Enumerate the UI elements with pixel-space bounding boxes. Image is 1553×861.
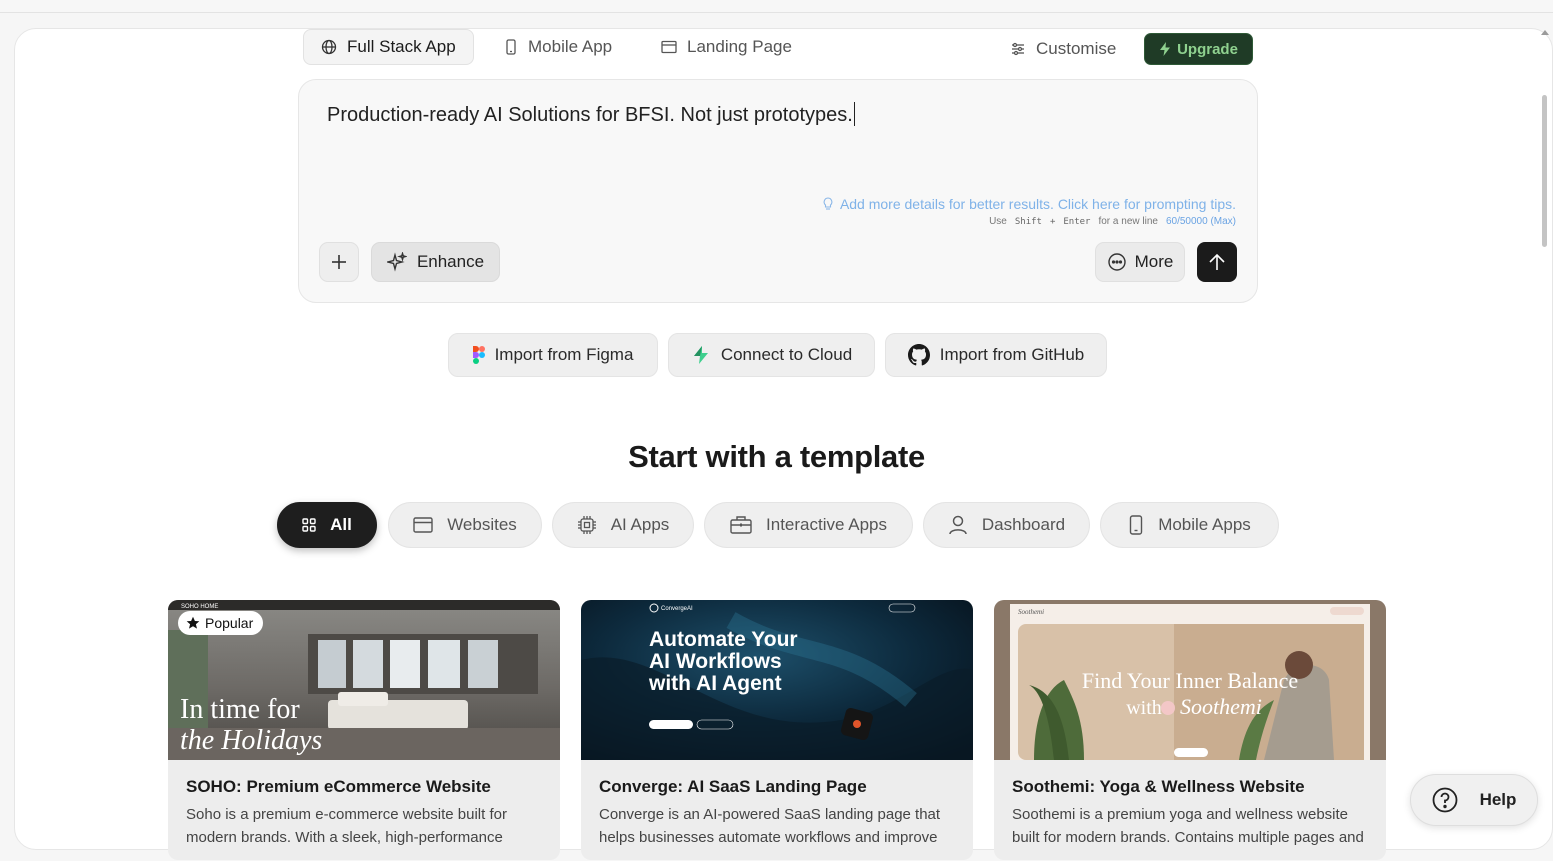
customise-label: Customise — [1036, 39, 1117, 58]
preview-headline-line2: AI Workflows — [649, 650, 782, 673]
card-title: Soothemi: Yoga & Wellness Website — [1012, 777, 1305, 796]
sliders-icon — [1012, 42, 1024, 56]
import-github-label: Import from GitHub — [939, 345, 1085, 364]
lightbulb-icon — [823, 197, 833, 210]
filter-ai-apps[interactable]: AI Apps — [552, 502, 694, 548]
filter-label: Mobile Apps — [1158, 515, 1251, 534]
preview-headline-1: Find Your Inner Balance — [1082, 668, 1298, 693]
preview-brand: Soothemi — [1018, 608, 1044, 616]
browser-window-icon — [413, 517, 433, 533]
help-label: Help — [1479, 790, 1517, 809]
card-preview-image: ConvergeAI Automate Your AI Workflows wi… — [581, 600, 973, 760]
scroll-up-arrow[interactable] — [1541, 30, 1549, 35]
filter-label: All — [330, 515, 352, 534]
popular-badge: Popular — [178, 611, 264, 635]
figma-icon — [472, 346, 485, 364]
preview-brand: ConvergeAI — [661, 606, 693, 612]
more-button[interactable]: More — [1095, 242, 1185, 282]
hint-text: Use — [989, 216, 1007, 227]
send-button[interactable] — [1197, 242, 1237, 282]
templates-heading: Start with a template — [628, 439, 925, 474]
chip-icon — [577, 516, 596, 534]
tab-mobile-app[interactable]: Mobile App — [487, 29, 629, 65]
attach-button[interactable] — [319, 242, 359, 282]
browser-window-icon — [661, 40, 677, 54]
enhance-label: Enhance — [416, 252, 485, 271]
prompting-tips-link[interactable]: Add more details for better results. Cli… — [822, 196, 1236, 212]
help-button[interactable]: Help — [1410, 774, 1538, 826]
lightning-icon — [693, 346, 708, 364]
template-card-soothemi[interactable]: Soothemi Find Your Inner Balance with So… — [994, 600, 1386, 860]
card-title: SOHO: Premium eCommerce Website — [186, 777, 491, 796]
prompt-text: Production-ready AI Solutions for BFSI. … — [327, 104, 853, 126]
import-github-button[interactable]: Import from GitHub — [885, 333, 1107, 377]
newline-hint: Use Shift + Enter for a new line 60/5000… — [989, 216, 1236, 227]
phone-icon — [1129, 515, 1143, 535]
plus-icon — [332, 255, 346, 269]
filter-label: Websites — [447, 515, 517, 534]
template-card-converge[interactable]: ConvergeAI Automate Your AI Workflows wi… — [581, 600, 973, 860]
star-icon — [186, 616, 200, 629]
card-description: Converge is an AI-powered SaaS landing p… — [599, 806, 941, 846]
template-card-soho[interactable]: SOHO HOME In time for the Holidays Popul… — [168, 600, 560, 860]
import-figma-button[interactable]: Import from Figma — [448, 333, 658, 377]
filter-label: Dashboard — [981, 515, 1066, 534]
arrow-up-icon — [1209, 253, 1225, 270]
grid-icon — [302, 518, 316, 532]
text-caret — [853, 102, 855, 126]
scrollbar-thumb[interactable] — [1542, 95, 1547, 247]
tab-label: Landing Page — [687, 37, 792, 56]
prompt-box[interactable]: Production-ready AI Solutions for BFSI. … — [298, 79, 1258, 303]
preview-brand: SOHO HOME — [181, 604, 218, 610]
filter-mobile-apps[interactable]: Mobile Apps — [1100, 502, 1279, 548]
hint-key-enter: Enter — [1063, 216, 1091, 227]
customise-button[interactable]: Customise — [1000, 34, 1126, 64]
connect-cloud-button[interactable]: Connect to Cloud — [668, 333, 875, 377]
tab-label: Full Stack App — [347, 37, 456, 56]
browser-top-bar — [0, 0, 1553, 13]
filter-interactive-apps[interactable]: Interactive Apps — [704, 502, 913, 548]
upgrade-label: Upgrade — [1177, 40, 1238, 58]
tab-label: Mobile App — [528, 37, 613, 56]
more-dots-icon — [1107, 253, 1126, 271]
filter-label: Interactive Apps — [766, 515, 887, 534]
preview-headline-2: with — [1126, 697, 1162, 719]
prompting-tips-text: Add more details for better results. Cli… — [839, 196, 1236, 212]
more-label: More — [1134, 252, 1174, 271]
github-icon — [907, 344, 930, 366]
preview-headline-line1: Automate Your — [649, 628, 798, 651]
card-preview-image: Soothemi Find Your Inner Balance with So… — [994, 600, 1386, 760]
card-description: Soothemi is a premium yoga and wellness … — [1012, 806, 1364, 846]
hint-plus: + — [1049, 216, 1056, 227]
connect-cloud-label: Connect to Cloud — [720, 345, 853, 364]
preview-headline-line3: with AI Agent — [648, 672, 782, 695]
filter-all[interactable]: All — [277, 502, 377, 548]
card-title: Converge: AI SaaS Landing Page — [599, 777, 867, 796]
filter-dashboard[interactable]: Dashboard — [923, 502, 1090, 548]
tab-full-stack-app[interactable]: Full Stack App — [303, 29, 474, 65]
tab-landing-page[interactable]: Landing Page — [644, 29, 809, 65]
globe-icon — [321, 39, 337, 55]
hint-text: for a new line — [1098, 216, 1158, 227]
help-icon — [1432, 787, 1457, 813]
preview-headline-2: the Holidays — [180, 725, 322, 756]
briefcase-icon — [730, 516, 752, 534]
lightning-icon — [1160, 42, 1171, 56]
preview-headline-1: In time for — [180, 694, 300, 725]
preview-headline-3: Soothemi — [1180, 694, 1262, 719]
phone-icon — [506, 39, 516, 55]
char-count: 60/50000 (Max) — [1165, 216, 1236, 227]
sparkle-icon — [386, 252, 407, 272]
prompt-input[interactable]: Production-ready AI Solutions for BFSI. … — [327, 102, 855, 127]
filter-websites[interactable]: Websites — [388, 502, 542, 548]
upgrade-button[interactable]: Upgrade — [1144, 33, 1253, 65]
card-description: Soho is a premium e-commerce website bui… — [186, 806, 507, 846]
user-icon — [949, 515, 967, 535]
import-figma-label: Import from Figma — [494, 345, 634, 364]
popular-badge-label: Popular — [205, 615, 254, 631]
hint-key-shift: Shift — [1014, 216, 1042, 227]
enhance-button[interactable]: Enhance — [371, 242, 500, 282]
filter-label: AI Apps — [610, 515, 670, 534]
